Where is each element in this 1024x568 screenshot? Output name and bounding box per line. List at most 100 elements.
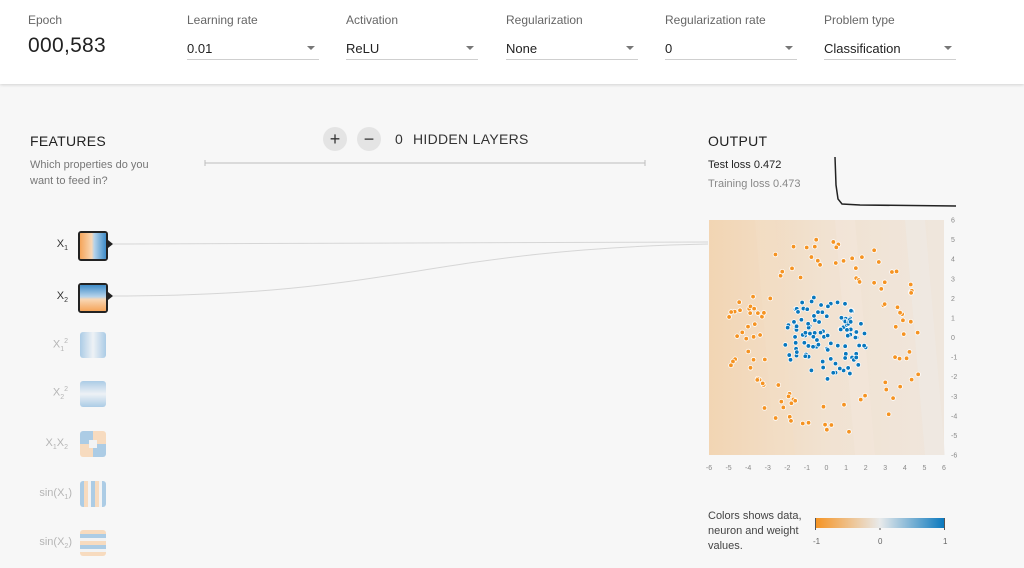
blue-point: [842, 343, 848, 349]
orange-point: [747, 310, 753, 316]
orange-point: [785, 393, 792, 400]
blue-point: [828, 340, 834, 347]
feature-x1-heatmap: [80, 233, 106, 259]
x-tick-label: 1: [844, 465, 848, 472]
blue-point: [791, 319, 797, 325]
feature-x1x2-sub2: 2: [64, 444, 68, 452]
blue-point: [818, 302, 824, 308]
feature-x2-squared-tile[interactable]: [80, 381, 106, 407]
output-decision-plot[interactable]: -6 -5 -4 -3 -2 -1 0 1 2 3 4 5 6 -6 -5 -4 -3 -2 -1 0 1 2 3 4 5 6: [705, 216, 967, 476]
orange-point: [739, 329, 745, 336]
blue-point: [842, 301, 848, 307]
orange-point: [790, 243, 797, 250]
connection-line-x1[interactable]: [111, 241, 709, 245]
blue-point: [805, 343, 812, 349]
legend-tick-max: 1: [943, 537, 948, 546]
orange-point: [813, 237, 819, 243]
color-legend-bar: [815, 518, 945, 530]
orange-point: [881, 301, 888, 307]
y-tick-label: 6: [951, 218, 955, 225]
feature-sin-x2-tile[interactable]: [80, 530, 106, 556]
orange-point: [805, 420, 812, 426]
x-tick-label: -4: [745, 465, 751, 472]
feature-x2-main: X: [56, 290, 65, 302]
orange-point: [882, 379, 888, 386]
blue-point: [844, 327, 850, 333]
blue-point: [820, 364, 826, 371]
orange-point: [889, 269, 895, 275]
blue-point: [819, 358, 826, 365]
blue-point: [861, 342, 867, 349]
feature-label-x1-squared: X12: [28, 338, 68, 353]
orange-point: [871, 280, 877, 286]
feature-x1sq-sub: 1: [60, 345, 65, 353]
legend-text: Colors shows data, neuron and weight val…: [708, 510, 802, 552]
orange-point: [890, 395, 896, 401]
remove-layer-button[interactable]: −: [357, 127, 381, 151]
blue-point: [858, 321, 864, 327]
x-tick-label: -2: [784, 465, 790, 472]
x-tick-label: 6: [942, 465, 946, 472]
blue-point: [808, 298, 815, 305]
y-tick-label: 5: [951, 237, 955, 244]
blue-point: [853, 354, 859, 361]
orange-point: [846, 429, 852, 435]
blue-point: [835, 342, 841, 349]
feature-x1-squared-tile[interactable]: [80, 332, 106, 358]
orange-point: [737, 307, 743, 313]
x-tick-label: 5: [922, 465, 926, 472]
x-tick-label: -3: [765, 465, 771, 472]
blue-point: [798, 317, 805, 323]
orange-point: [751, 305, 757, 312]
orange-point: [878, 286, 884, 292]
y-tick-label: 2: [951, 296, 955, 303]
blue-point: [819, 309, 826, 315]
blue-point: [817, 329, 824, 336]
blue-point: [786, 352, 792, 358]
x-tick-label: -5: [725, 465, 731, 472]
feature-x1sq-sup: 2: [64, 338, 68, 345]
orange-point: [908, 318, 914, 325]
orange-point: [761, 310, 767, 316]
orange-point: [896, 355, 903, 362]
feature-x1x2-tile[interactable]: [80, 431, 106, 457]
orange-point: [862, 392, 868, 399]
x-tick-label: 0: [825, 465, 829, 472]
blue-point: [810, 344, 816, 350]
blue-point: [801, 340, 808, 346]
orange-point: [754, 377, 760, 383]
add-layer-button[interactable]: +: [323, 127, 347, 151]
orange-point: [853, 265, 859, 271]
orange-point: [892, 354, 898, 360]
blue-point: [825, 303, 831, 310]
orange-point: [876, 259, 882, 265]
connection-line-x2[interactable]: [111, 243, 709, 297]
feature-sinx2-post: ): [68, 536, 72, 548]
orange-point: [883, 386, 889, 393]
orange-point: [849, 255, 855, 262]
feature-sin-x2-heatmap: [80, 530, 106, 556]
orange-point: [903, 355, 910, 362]
feature-x2-squared-heatmap: [80, 381, 106, 407]
blue-point: [842, 355, 848, 361]
orange-point: [856, 279, 863, 285]
orange-point: [804, 244, 810, 251]
y-tick-label: 0: [951, 335, 955, 342]
orange-point: [757, 332, 763, 338]
orange-point: [808, 254, 815, 260]
orange-point: [797, 274, 804, 281]
feature-sin-x1-tile[interactable]: [80, 481, 106, 507]
blue-point: [856, 342, 862, 349]
output-title: OUTPUT: [708, 133, 768, 149]
feature-x2-tile[interactable]: [78, 283, 108, 313]
feature-x1x2-main2: X: [56, 437, 65, 449]
feature-x1-tile[interactable]: [78, 231, 108, 261]
orange-point: [745, 348, 751, 355]
orange-point: [897, 383, 903, 390]
feature-label-x1: X1: [28, 238, 68, 252]
blue-point: [832, 360, 839, 367]
legend-tick-mid: 0: [878, 537, 883, 546]
blue-point: [815, 341, 822, 348]
y-tick-label: 1: [951, 315, 955, 322]
y-tick-label: -2: [951, 374, 957, 381]
